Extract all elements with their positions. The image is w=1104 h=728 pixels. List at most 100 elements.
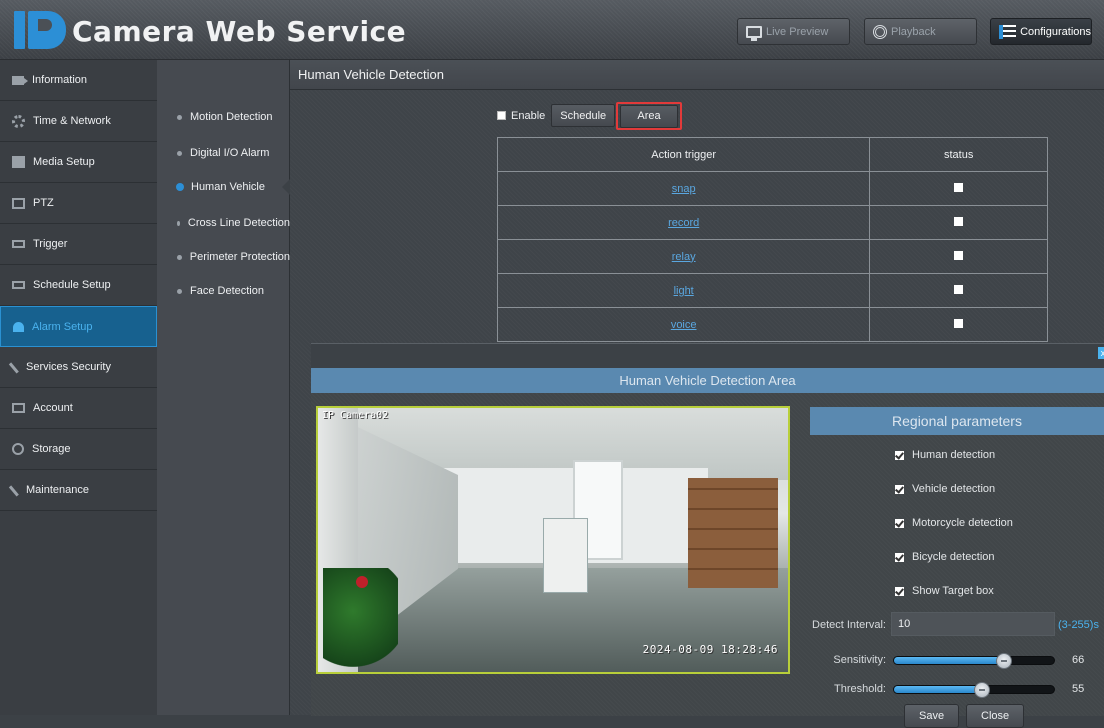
sensitivity-slider[interactable] — [893, 653, 1055, 669]
close-icon[interactable]: x — [1098, 347, 1104, 359]
bullet-icon — [177, 114, 182, 120]
area-button[interactable]: Area — [620, 104, 678, 128]
nav-label: Schedule Setup — [33, 279, 111, 291]
option-label: Human detection — [912, 449, 996, 461]
table-row: relay — [496, 239, 1048, 274]
video-preview[interactable]: IP Camera02 2024-08-09 18:28:46 — [316, 406, 790, 674]
subnav-label: Motion Detection — [190, 111, 273, 123]
status-checkbox[interactable] — [954, 182, 964, 192]
threshold-value: 55 — [1072, 683, 1085, 695]
live-preview-label: Live Preview — [766, 25, 829, 38]
camera-name-overlay: IP Camera02 — [322, 410, 389, 421]
threshold-slider[interactable] — [893, 682, 1055, 698]
modal-title: Human Vehicle Detection Area — [311, 368, 1104, 393]
human-detection-option[interactable]: Human detection — [895, 449, 995, 461]
page-title: Human Vehicle Detection — [290, 60, 1104, 90]
subnav-label: Digital I/O Alarm — [190, 147, 270, 159]
status-checkbox[interactable] — [954, 216, 964, 226]
nav-item-storage[interactable]: Storage — [0, 429, 157, 470]
subnav-item-perimeter-protection[interactable]: Perimeter Protection — [157, 240, 290, 274]
nav-item-information[interactable]: Information — [0, 60, 157, 101]
detect-interval-input[interactable]: 10 — [891, 612, 1055, 636]
slider-handle[interactable] — [974, 682, 990, 698]
configurations-label: Configurations — [1020, 25, 1091, 38]
printer-scene — [543, 518, 588, 593]
ip-logo-mark — [14, 8, 66, 52]
nav-item-schedule-setup[interactable]: Schedule Setup — [0, 265, 157, 306]
nav-item-maintenance[interactable]: Maintenance — [0, 470, 157, 511]
check-icon[interactable] — [895, 450, 904, 460]
app-header: Camera Web Service Live Preview Playback… — [0, 0, 1104, 60]
bicycle-detection-option[interactable]: Bicycle detection — [895, 551, 995, 563]
close-button[interactable]: Close — [966, 704, 1025, 728]
nav-item-ptz[interactable]: PTZ — [0, 183, 157, 224]
playback-label: Playback — [891, 25, 936, 38]
storage-icon — [12, 443, 24, 455]
nav-label: Media Setup — [33, 156, 95, 168]
main-nav: Information Time & Network Media Setup P… — [0, 60, 157, 715]
table-row: light — [496, 273, 1048, 308]
alarm-icon — [13, 321, 24, 332]
live-preview-button[interactable]: Live Preview — [737, 18, 850, 45]
nav-label: Information — [32, 74, 88, 86]
media-icon — [12, 156, 25, 168]
enable-checkbox[interactable] — [497, 111, 506, 120]
list-icon — [999, 24, 1017, 39]
status-checkbox[interactable] — [954, 250, 964, 260]
area-button-highlight: Area — [616, 102, 682, 130]
check-icon[interactable] — [895, 586, 904, 596]
check-icon[interactable] — [895, 484, 904, 494]
subnav-item-motion-detection[interactable]: Motion Detection — [157, 100, 290, 134]
subnav-label: Cross Line Detection — [187, 217, 290, 229]
detect-interval-label: Detect Interval: — [812, 619, 886, 631]
nav-item-time-network[interactable]: Time & Network — [0, 101, 157, 142]
motorcycle-detection-option[interactable]: Motorcycle detection — [895, 517, 1013, 529]
table-row: voice — [496, 307, 1048, 342]
action-link-record[interactable]: record — [668, 217, 699, 229]
nav-label: Storage — [32, 443, 71, 455]
vehicle-detection-option[interactable]: Vehicle detection — [895, 483, 995, 495]
show-target-box-option[interactable]: Show Target box — [895, 585, 994, 597]
nav-item-services-security[interactable]: Services Security — [0, 347, 157, 388]
nav-item-media-setup[interactable]: Media Setup — [0, 142, 157, 183]
table-header-row: Action trigger status — [496, 137, 1048, 172]
configurations-button[interactable]: Configurations — [990, 18, 1092, 45]
subnav-label: Perimeter Protection — [189, 251, 290, 263]
action-link-snap[interactable]: snap — [672, 183, 696, 195]
subnav-item-digital-io-alarm[interactable]: Digital I/O Alarm — [157, 136, 290, 170]
boxes-scene — [688, 478, 778, 588]
bullet-icon — [177, 288, 182, 294]
subnav-item-human-vehicle[interactable]: Human Vehicle — [157, 170, 291, 204]
enable-row: Enable Schedule — [497, 104, 616, 127]
ptz-icon — [12, 197, 25, 209]
subnav-item-cross-line-detection[interactable]: Cross Line Detection — [157, 206, 290, 240]
bullet-icon — [176, 183, 184, 191]
nav-label: Time & Network — [33, 115, 111, 127]
slider-handle[interactable] — [996, 653, 1012, 669]
playback-button[interactable]: Playback — [864, 18, 977, 45]
table-row: snap — [496, 171, 1048, 206]
check-icon[interactable] — [895, 518, 904, 528]
bullet-icon — [177, 220, 180, 226]
action-link-light[interactable]: light — [674, 285, 694, 297]
nav-item-trigger[interactable]: Trigger — [0, 224, 157, 265]
film-reel-icon — [873, 24, 887, 39]
save-button[interactable]: Save — [904, 704, 960, 728]
nav-item-alarm-setup[interactable]: Alarm Setup — [0, 306, 157, 347]
regional-parameters-title: Regional parameters — [810, 407, 1104, 435]
status-checkbox[interactable] — [954, 318, 964, 328]
monitor-icon — [746, 25, 762, 41]
bullet-icon — [177, 150, 182, 156]
status-checkbox[interactable] — [954, 284, 964, 294]
subnav-item-face-detection[interactable]: Face Detection — [157, 274, 290, 308]
nav-label: Alarm Setup — [32, 320, 93, 333]
action-link-relay[interactable]: relay — [672, 251, 696, 263]
action-link-voice[interactable]: voice — [671, 319, 697, 331]
check-icon[interactable] — [895, 552, 904, 562]
alarm-subnav: Motion Detection Digital I/O Alarm Human… — [157, 60, 291, 715]
option-label: Bicycle detection — [912, 551, 995, 563]
schedule-button[interactable]: Schedule — [551, 104, 616, 127]
wrench-icon — [8, 360, 22, 374]
nav-label: Maintenance — [26, 484, 89, 496]
nav-item-account[interactable]: Account — [0, 388, 157, 429]
